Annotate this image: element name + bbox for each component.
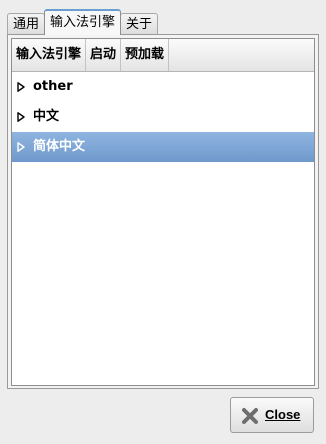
tab-input-engines[interactable]: 输入法引擎 bbox=[44, 9, 122, 35]
tree-row-other[interactable]: other bbox=[12, 72, 314, 102]
collapsed-triangle-icon[interactable] bbox=[17, 82, 25, 92]
tab-about[interactable]: 关于 bbox=[120, 13, 159, 35]
column-header-engine[interactable]: 输入法引擎 bbox=[12, 39, 87, 71]
close-icon bbox=[242, 408, 258, 424]
collapsed-triangle-icon[interactable] bbox=[17, 112, 25, 122]
tree-row-simplified-chinese[interactable]: 简体中文 bbox=[12, 132, 314, 162]
tree-row-chinese[interactable]: 中文 bbox=[12, 102, 314, 132]
close-button[interactable]: Close bbox=[230, 397, 314, 433]
tab-general[interactable]: 通用 bbox=[7, 13, 46, 35]
tree-row-label: 中文 bbox=[33, 109, 60, 124]
close-button-label: Close bbox=[265, 407, 301, 422]
column-header-enable[interactable]: 启动 bbox=[86, 39, 122, 71]
tree-row-label: other bbox=[33, 79, 73, 94]
engine-tree-view[interactable]: 输入法引擎 启动 预加载 other 中文 简体中文 bbox=[11, 38, 315, 386]
tree-row-label: 简体中文 bbox=[33, 139, 86, 154]
collapsed-triangle-icon[interactable] bbox=[17, 142, 25, 152]
tree-header: 输入法引擎 启动 预加载 bbox=[12, 39, 314, 72]
tab-bar: 通用 输入法引擎 关于 bbox=[7, 9, 159, 35]
column-header-preload[interactable]: 预加载 bbox=[121, 39, 170, 71]
column-header-filler bbox=[169, 39, 314, 71]
tab-panel: 输入法引擎 启动 预加载 other 中文 简体中文 bbox=[7, 34, 319, 389]
